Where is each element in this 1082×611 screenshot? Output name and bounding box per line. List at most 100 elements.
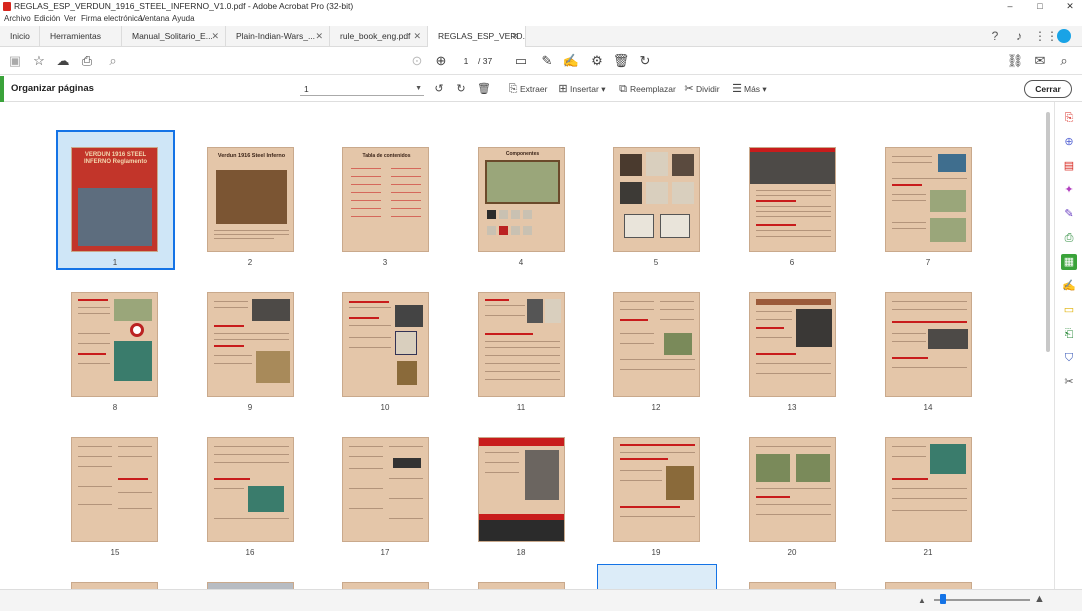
protect-shield-icon[interactable]: ⛉ xyxy=(1061,350,1077,366)
comment-tool-icon[interactable]: ▭ xyxy=(1061,302,1077,318)
menu-edicion[interactable]: Edición xyxy=(34,13,60,25)
print-icon[interactable]: ⎙ xyxy=(78,52,96,70)
email-icon[interactable]: ✉ xyxy=(1031,52,1049,70)
page-thumbnail[interactable] xyxy=(749,147,836,252)
bookmark-star-icon[interactable]: ☆ xyxy=(30,52,48,70)
more-tools-icon[interactable]: ✂ xyxy=(1061,374,1077,390)
cloud-upload-icon[interactable]: ☁ xyxy=(54,52,72,70)
save-icon[interactable]: ▣ xyxy=(6,52,24,70)
highlight-pen-icon[interactable]: ✎ xyxy=(538,52,556,70)
zoom-out-mountain-icon[interactable]: ▲ xyxy=(918,596,926,605)
page-thumbnail[interactable] xyxy=(749,582,836,589)
insert-button[interactable]: ⊞ Insertar ▾ xyxy=(556,82,605,96)
minimize-button[interactable]: – xyxy=(1002,0,1018,13)
tab-inicio[interactable]: Inicio xyxy=(0,26,40,47)
vertical-scrollbar[interactable] xyxy=(1046,112,1050,352)
tab-rule-book-eng[interactable]: rule_book_eng.pdf ✕ xyxy=(330,26,428,47)
page-thumbnail[interactable] xyxy=(885,582,972,589)
menu-ayuda[interactable]: Ayuda xyxy=(172,13,195,25)
tab-plain-indian-wars[interactable]: Plain-Indian-Wars_... ✕ xyxy=(226,26,330,47)
tab-manual-solitario[interactable]: Manual_Solitario_E... ✕ xyxy=(122,26,226,47)
page-thumbnail[interactable] xyxy=(342,437,429,542)
page-thumbnail[interactable]: Tabla de contenidos xyxy=(342,147,429,252)
page-thumbnail[interactable] xyxy=(885,292,972,397)
extract-button[interactable]: ⎘ Extraer xyxy=(506,82,548,96)
scan-ocr-icon[interactable]: ⎙ xyxy=(1061,230,1077,246)
page-thumbnail[interactable] xyxy=(749,292,836,397)
close-organize-button[interactable]: Cerrar xyxy=(1024,80,1072,98)
page-thumbnail[interactable] xyxy=(478,582,565,589)
page-range-select[interactable]: 1 ▼ xyxy=(300,82,424,96)
rotate-left-icon[interactable]: ↺ xyxy=(432,82,446,96)
menu-archivo[interactable]: Archivo xyxy=(4,13,31,25)
tab-close-icon[interactable]: ✕ xyxy=(315,26,323,47)
extract-label: Extraer xyxy=(520,84,548,94)
page-number-label: 6 xyxy=(789,258,795,267)
thumbnail-zoom-slider[interactable] xyxy=(934,599,1030,601)
stamp-icon[interactable]: ⚙ xyxy=(588,52,606,70)
notifications-bell-icon[interactable]: ♪ xyxy=(1011,28,1027,44)
page-thumbnail[interactable] xyxy=(71,437,158,542)
replace-button[interactable]: ⧉ Reemplazar xyxy=(616,82,676,96)
export-pdf-icon[interactable]: ⎘ xyxy=(1061,110,1077,126)
compress-icon[interactable]: ⎗ xyxy=(1061,326,1077,342)
page-thumbnail[interactable] xyxy=(613,437,700,542)
page-thumbnail[interactable] xyxy=(207,292,294,397)
page-thumbnails-area[interactable]: VERDUN 1916 STEEL INFERNO Reglamento 1 V… xyxy=(0,102,1052,589)
page-thumbnail[interactable] xyxy=(71,292,158,397)
create-pdf-icon[interactable]: ⊕ xyxy=(1061,134,1077,150)
page-thumbnail[interactable] xyxy=(885,147,972,252)
page-thumbnail[interactable] xyxy=(613,147,700,252)
zoom-slider-knob[interactable] xyxy=(940,594,946,604)
request-signature-icon[interactable]: ✍ xyxy=(1061,278,1077,294)
more-button[interactable]: ☰ Más ▾ xyxy=(730,82,767,96)
search-right-icon[interactable]: ⌕ xyxy=(1055,52,1073,70)
page-thumbnail[interactable]: Componentes xyxy=(478,147,565,252)
page-thumbnail[interactable] xyxy=(885,437,972,542)
close-window-button[interactable]: ✕ xyxy=(1062,0,1078,13)
scissors-icon: ✂ xyxy=(684,83,694,95)
page-thumbnail[interactable]: Verdun 1916 Steel Inferno xyxy=(207,147,294,252)
help-icon[interactable]: ? xyxy=(987,28,1003,44)
page-thumbnail[interactable] xyxy=(71,582,158,589)
organize-pages-icon[interactable]: ▦ xyxy=(1061,254,1077,270)
zoom-in-mountain-icon[interactable]: ▲ xyxy=(1034,593,1045,605)
menu-ver[interactable]: Ver xyxy=(64,13,76,25)
user-avatar[interactable] xyxy=(1057,29,1071,43)
page-number-input[interactable]: 1 xyxy=(456,54,476,68)
draw-pen-icon[interactable]: ✍ xyxy=(562,52,580,70)
tab-close-icon[interactable]: ✕ xyxy=(511,26,519,47)
rotate-icon[interactable]: ↻ xyxy=(636,52,654,70)
combine-files-icon[interactable]: ▤ xyxy=(1061,158,1077,174)
page-thumbnail[interactable] xyxy=(207,582,294,589)
page-thumbnail[interactable] xyxy=(478,437,565,542)
tab-reglas-esp-verdun[interactable]: REGLAS_ESP_VERD... ✕ xyxy=(428,26,526,48)
menu-ventana[interactable]: Ventana xyxy=(140,13,169,25)
tab-herramientas[interactable]: Herramientas xyxy=(40,26,122,47)
search-icon[interactable]: ⌕ xyxy=(104,52,122,70)
page-thumbnail[interactable] xyxy=(478,292,565,397)
fill-sign-icon[interactable]: ✦ xyxy=(1061,182,1077,198)
delete-page-icon[interactable]: 🗑 xyxy=(477,82,491,96)
page-thumbnail[interactable] xyxy=(342,582,429,589)
page-thumbnail[interactable] xyxy=(613,292,700,397)
page-thumbnail[interactable]: VERDUN 1916 STEEL INFERNO Reglamento xyxy=(71,147,158,252)
previous-page-icon[interactable]: ⊙ xyxy=(408,52,426,70)
rotate-right-icon[interactable]: ↻ xyxy=(454,82,468,96)
page-number-label: 8 xyxy=(112,403,118,412)
apps-grid-icon[interactable]: ⋮⋮ xyxy=(1034,28,1058,44)
page-thumbnail[interactable] xyxy=(749,437,836,542)
tab-close-icon[interactable]: ✕ xyxy=(211,26,219,47)
page-thumbnail[interactable] xyxy=(342,292,429,397)
trash-icon[interactable]: 🗑 xyxy=(612,52,630,70)
page-thumbnail[interactable] xyxy=(207,437,294,542)
comment-icon[interactable]: ▭ xyxy=(512,52,530,70)
menu-firma-electronica[interactable]: Firma electrónica xyxy=(81,13,142,25)
split-button[interactable]: ✂ Dividir xyxy=(682,82,719,96)
link-icon[interactable]: ⛓ xyxy=(1006,52,1024,70)
tab-close-icon[interactable]: ✕ xyxy=(413,26,421,47)
next-page-icon[interactable]: ⊕ xyxy=(432,52,450,70)
maximize-button[interactable]: □ xyxy=(1032,0,1048,13)
page-number-label: 7 xyxy=(925,258,931,267)
edit-pdf-icon[interactable]: ✎ xyxy=(1061,206,1077,222)
